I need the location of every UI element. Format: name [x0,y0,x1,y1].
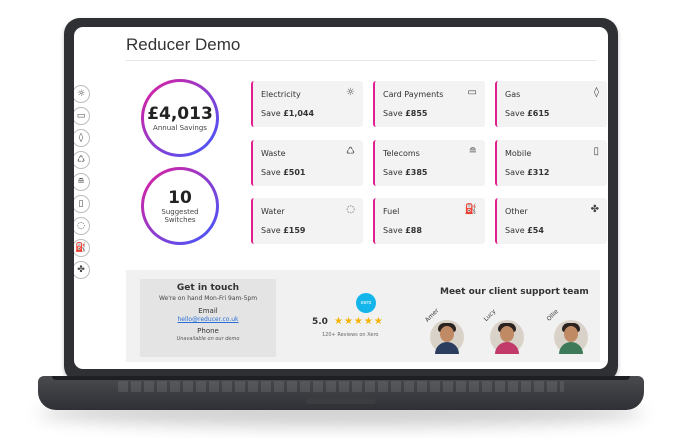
laptop-keyboard [118,381,564,392]
card-saving: Save £615 [505,109,550,118]
card-telecoms[interactable]: Telecoms ≘ Save £385 [373,140,485,186]
router-icon: ≘ [77,177,85,187]
sidebar-item-fuel[interactable]: ⛽ [74,239,90,257]
suggested-switches-label-1: Suggested [161,207,199,216]
avatar [554,320,588,354]
recycle-icon: ♺ [76,155,86,165]
card-saving: Save £501 [261,168,306,177]
sidebar-item-telecoms[interactable]: ≘ [74,173,90,191]
fuel-pump-icon: ⛽ [75,243,87,253]
phone-label: Phone [197,327,219,335]
card-saving: Save £385 [383,168,428,177]
annual-savings-circle: £4,013 Annual Savings [141,79,219,157]
card-name: Electricity [261,90,301,99]
card-name: Card Payments [383,90,444,99]
card-mobile[interactable]: Mobile ▯ Save £312 [495,140,607,186]
card-name: Waste [261,149,286,158]
sidebar-item-water[interactable]: ◌ [74,217,90,235]
team-title: Meet our client support team [440,287,589,297]
sidebar-item-gas[interactable]: ◊ [74,129,90,147]
email-link[interactable]: hello@reducer.co.uk [140,316,276,323]
annual-savings-value: £4,013 [147,103,213,124]
laptop-hinge [306,398,376,404]
card-fuel[interactable]: Fuel ⛽ Save £88 [373,198,485,244]
card-other[interactable]: Other ✤ Save £54 [495,198,607,244]
rating-score: 5.0 [312,317,328,327]
contact-hours: We're on hand Mon-Fri 9am-5pm [158,295,258,302]
avatar [430,320,464,354]
app-screen: ☼ ▭ ◊ ♺ ≘ ▯ ◌ ⛽ ✤ Reducer Demo £4,013 An… [74,27,608,369]
mobile-icon: ▯ [593,146,599,157]
xero-logo: xero [356,293,376,313]
other-icon: ✤ [77,265,85,275]
phone-note: Unavailable on our demo [176,336,240,342]
card-icon: ▭ [467,87,477,98]
support-panel: Get in touch We're on hand Mon-Fri 9am-5… [126,270,600,362]
mobile-icon: ▯ [78,199,84,209]
suggested-switches-value: 10 [168,187,192,208]
sidebar-item-other[interactable]: ✤ [74,261,90,279]
card-electricity[interactable]: Electricity ☼ Save £1,044 [251,81,363,127]
annual-savings-label: Annual Savings [153,123,207,132]
card-saving: Save £159 [261,226,306,235]
flame-icon: ◊ [594,87,599,98]
router-icon: ≘ [468,146,477,157]
water-drop-icon: ◌ [77,221,85,231]
card-saving: Save £855 [383,109,428,118]
laptop-base-lip [52,376,630,380]
sidebar-item-waste[interactable]: ♺ [74,151,90,169]
lightbulb-icon: ☼ [76,89,86,99]
card-saving: Save £88 [383,226,422,235]
card-name: Gas [505,90,521,99]
sidebar-item-card-payments[interactable]: ▭ [74,107,90,125]
recycle-icon: ♺ [346,146,355,157]
sidebar-item-electricity[interactable]: ☼ [74,85,90,103]
flame-icon: ◊ [78,133,84,143]
card-name: Mobile [505,149,532,158]
card-waste[interactable]: Waste ♺ Save £501 [251,140,363,186]
card-water[interactable]: Water ◌ Save £159 [251,198,363,244]
contact-heading: Get in touch [176,283,240,293]
member-name-lucy: Lucy [482,308,498,323]
page-title: Reducer Demo [126,35,241,54]
card-name: Fuel [383,207,400,216]
sidebar-item-mobile[interactable]: ▯ [74,195,90,213]
other-icon: ✤ [590,204,599,215]
suggested-switches-circle: 10 Suggested Switches [141,167,219,245]
fuel-pump-icon: ⛽ [464,204,477,215]
card-icon: ▭ [76,111,86,121]
header-divider [126,60,596,61]
card-saving: Save £312 [505,168,550,177]
avatar [490,320,524,354]
water-drop-icon: ◌ [346,204,355,215]
card-card-payments[interactable]: Card Payments ▭ Save £855 [373,81,485,127]
card-name: Water [261,207,285,216]
rating-stars: ★★★★★ [334,316,384,327]
card-saving: Save £54 [505,226,544,235]
email-label: Email [198,307,218,315]
card-name: Telecoms [383,149,420,158]
member-name-ollie: Ollie [545,308,560,323]
card-saving: Save £1,044 [261,109,315,118]
reviews-caption: 120+ Reviews on Xero [322,332,379,338]
lightbulb-icon: ☼ [346,87,355,98]
card-gas[interactable]: Gas ◊ Save £615 [495,81,607,127]
contact-box: Get in touch We're on hand Mon-Fri 9am-5… [140,279,276,357]
suggested-switches-label-2: Switches [164,215,196,224]
card-name: Other [505,207,528,216]
